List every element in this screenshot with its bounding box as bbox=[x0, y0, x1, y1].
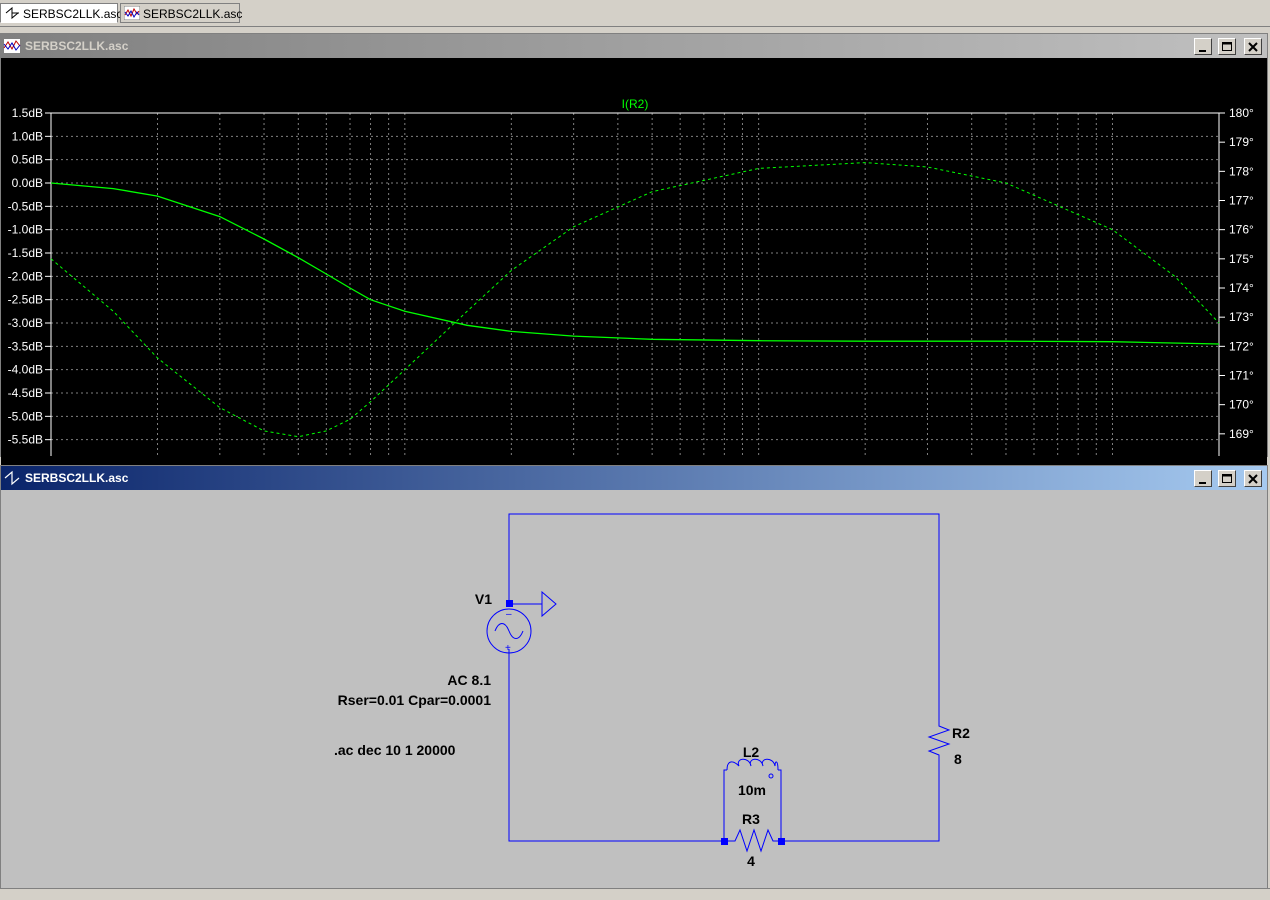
waveform-window-titlebar[interactable]: SERBSC2LLK.asc bbox=[1, 34, 1267, 58]
y-left-tick-label: -5.5dB bbox=[8, 433, 43, 447]
schematic-icon bbox=[5, 6, 19, 20]
wire-right-bottom[interactable] bbox=[781, 759, 940, 842]
minimize-button[interactable] bbox=[1194, 470, 1212, 487]
l2-right-lead[interactable] bbox=[778, 769, 782, 841]
v1-name-label: V1 bbox=[475, 591, 492, 607]
r3-resistor[interactable] bbox=[721, 828, 785, 853]
maximize-button[interactable] bbox=[1218, 38, 1236, 55]
schematic-canvas[interactable]: – + V1 AC 8.1 Rser=0.01 Cpar=0.0001 .ac … bbox=[1, 490, 1267, 890]
l2-left-lead[interactable] bbox=[723, 769, 727, 841]
minimize-button[interactable] bbox=[1194, 38, 1212, 55]
y-left-tick-label: -4.0dB bbox=[8, 363, 43, 377]
y-right-tick-label: 170° bbox=[1229, 398, 1254, 412]
schematic-window-titlebar[interactable]: SERBSC2LLK.asc bbox=[1, 466, 1267, 490]
y-left-tick-label: -1.5dB bbox=[8, 246, 43, 260]
y-left-tick-label: 1.5dB bbox=[12, 106, 43, 120]
magnitude-trace bbox=[50, 182, 1220, 345]
maximize-button[interactable] bbox=[1218, 470, 1236, 487]
v1-voltage-source[interactable]: – + bbox=[486, 600, 532, 654]
ac-directive[interactable]: .ac dec 10 1 20000 bbox=[334, 742, 456, 758]
plot-frame bbox=[50, 112, 1220, 456]
minimize-icon bbox=[1199, 482, 1206, 484]
y-right-tick-label: 177° bbox=[1229, 194, 1254, 208]
close-button[interactable] bbox=[1244, 38, 1262, 55]
l2-value-label: 10m bbox=[738, 782, 766, 798]
y-left-tick-label: -2.0dB bbox=[8, 269, 43, 283]
document-tab-bar: SERBSC2LLK.asc SERBSC2LLK.asc bbox=[0, 0, 1270, 27]
trace-label-i-r2[interactable]: I(R2) bbox=[622, 97, 649, 111]
y-right-tick-label: 173° bbox=[1229, 310, 1254, 324]
svg-text:–: – bbox=[506, 609, 512, 620]
schematic-drawing[interactable]: – + V1 AC 8.1 Rser=0.01 Cpar=0.0001 .ac … bbox=[1, 490, 1267, 890]
close-icon bbox=[1248, 474, 1258, 484]
v1-params-label: Rser=0.01 Cpar=0.0001 bbox=[338, 692, 492, 708]
r2-value-label: 8 bbox=[954, 751, 962, 767]
l2-name-label: L2 bbox=[743, 744, 760, 760]
status-bar bbox=[0, 888, 1270, 900]
bode-plot[interactable]: 1.5dB 1.0dB 0.5dB 0.0dB -0.5dB -1.0dB -1.5dB -2… bbox=[1, 58, 1267, 456]
tab-schematic-label: SERBSC2LLK.asc bbox=[23, 7, 123, 21]
waveform-icon bbox=[124, 6, 140, 20]
r3-value-label: 4 bbox=[747, 853, 755, 869]
r2-resistor[interactable] bbox=[927, 723, 951, 759]
close-button[interactable] bbox=[1244, 470, 1262, 487]
y-left-tick-label: -4.5dB bbox=[8, 386, 43, 400]
waveform-window: SERBSC2LLK.asc 1.5dB 1.0dB 0.5dB 0.0dB -0.5d… bbox=[0, 33, 1268, 488]
schematic-window-icon bbox=[4, 470, 20, 486]
y-right-tick-label: 176° bbox=[1229, 223, 1254, 237]
y-right-tick-label: 175° bbox=[1229, 252, 1254, 266]
y-left-tick-label: -5.0dB bbox=[8, 409, 43, 423]
schematic-window: SERBSC2LLK.asc – + V1 AC 8.1 Rser=0.01 C… bbox=[0, 465, 1268, 890]
y-left-tick-label: -3.0dB bbox=[8, 316, 43, 330]
waveform-window-icon bbox=[3, 38, 21, 54]
y-right-tick-label: 179° bbox=[1229, 135, 1254, 149]
y-right-tick-label: 174° bbox=[1229, 281, 1254, 295]
y-left-tick-label: 0.0dB bbox=[12, 176, 43, 190]
v1-value-label: AC 8.1 bbox=[447, 672, 491, 688]
tab-waveform-label: SERBSC2LLK.asc bbox=[143, 7, 243, 21]
plot-area[interactable]: 1.5dB 1.0dB 0.5dB 0.0dB -0.5dB -1.0dB -1.5dB -2… bbox=[1, 58, 1267, 488]
y-right-tick-label: 169° bbox=[1229, 427, 1254, 441]
l2-inductor[interactable] bbox=[726, 758, 779, 779]
y-right-tick-label: 180° bbox=[1229, 106, 1254, 120]
y-left-tick-label: -0.5dB bbox=[8, 199, 43, 213]
y-left-tick-label: 1.0dB bbox=[12, 129, 43, 143]
r2-name-label: R2 bbox=[952, 725, 970, 741]
y-left-tick-label: -2.5dB bbox=[8, 293, 43, 307]
ground-flag-icon[interactable] bbox=[513, 590, 557, 618]
y-left-tick-label: -3.5dB bbox=[8, 339, 43, 353]
wire-top[interactable] bbox=[508, 513, 940, 723]
schematic-window-title: SERBSC2LLK.asc bbox=[25, 471, 129, 485]
y-right-tick-label: 172° bbox=[1229, 339, 1254, 353]
minimize-icon bbox=[1199, 50, 1206, 52]
y-right-tick-label: 171° bbox=[1229, 369, 1254, 383]
tab-waveform[interactable]: SERBSC2LLK.asc bbox=[120, 3, 243, 23]
close-icon bbox=[1248, 42, 1258, 52]
maximize-icon bbox=[1222, 42, 1232, 51]
tab-schematic[interactable]: SERBSC2LLK.asc bbox=[0, 3, 122, 23]
maximize-icon bbox=[1222, 474, 1232, 483]
svg-text:+: + bbox=[505, 643, 511, 654]
waveform-window-title: SERBSC2LLK.asc bbox=[25, 39, 129, 53]
y-left-tick-label: 0.5dB bbox=[12, 153, 43, 167]
y-right-tick-label: 178° bbox=[1229, 164, 1254, 178]
y-left-tick-label: -1.0dB bbox=[8, 223, 43, 237]
wire-left[interactable] bbox=[508, 649, 724, 842]
r3-name-label: R3 bbox=[742, 811, 760, 827]
